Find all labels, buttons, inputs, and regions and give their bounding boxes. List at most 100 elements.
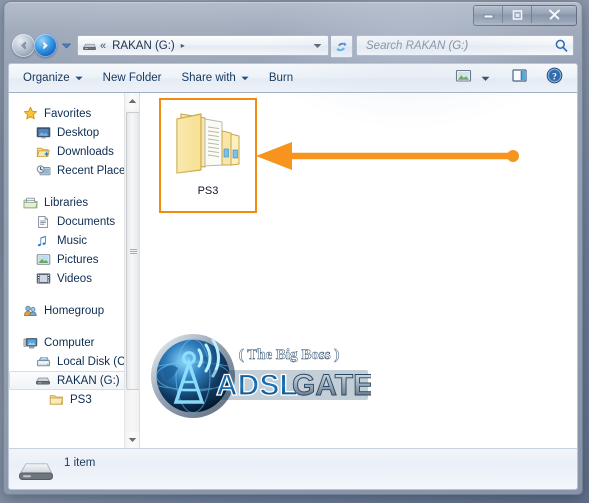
watermark-brand-2: GATE	[292, 369, 371, 402]
video-icon	[35, 271, 51, 287]
file-item-ps3[interactable]: PS3	[159, 98, 257, 213]
status-bar: 1 item	[8, 448, 578, 490]
search-box[interactable]	[356, 35, 574, 56]
maximize-button[interactable]	[503, 6, 532, 23]
sidebar-label: Downloads	[57, 145, 114, 158]
homegroup-icon	[22, 303, 38, 319]
new-folder-button[interactable]: New Folder	[93, 66, 172, 90]
recent-pages-dropdown[interactable]	[61, 41, 72, 50]
sidebar-item-desktop[interactable]: Desktop	[9, 123, 127, 142]
sidebar-label: Local Disk (C	[57, 355, 126, 368]
sidebar-label: RAKAN (G:)	[57, 374, 120, 387]
back-button[interactable]	[12, 34, 35, 57]
change-view-dropdown[interactable]	[478, 66, 497, 90]
help-button[interactable]: ?	[540, 66, 569, 90]
sidebar-label: Libraries	[44, 196, 89, 209]
sidebar-item-recent-places[interactable]: Recent Place	[9, 161, 127, 180]
watermark-tagline: ( The Big Boss )	[239, 347, 340, 363]
address-dropdown-icon[interactable]	[311, 43, 324, 49]
watermark-brand-1: ADSL	[216, 369, 298, 402]
refresh-button[interactable]	[331, 35, 353, 58]
nav-group-libraries: Libraries Documents Music Pictures Video…	[9, 193, 139, 288]
burn-button[interactable]: Burn	[259, 66, 303, 90]
desktop-background: « RAKAN (G:) ▸ Search RAKAN (G:) Organiz…	[0, 0, 589, 503]
open-folder-icon	[171, 107, 245, 182]
sidebar-item-ps3[interactable]: PS3	[9, 390, 127, 409]
explorer-window: « RAKAN (G:) ▸ Search RAKAN (G:) Organiz…	[4, 2, 582, 494]
music-note-icon	[35, 233, 51, 249]
scrollbar-grip-icon	[130, 248, 137, 255]
status-item-count: 1 item	[64, 457, 96, 469]
sidebar-label: Homegroup	[44, 304, 105, 317]
sidebar-item-music[interactable]: Music	[9, 231, 127, 250]
preview-pane-button[interactable]	[505, 66, 534, 90]
picture-icon	[35, 252, 51, 268]
scroll-up-button[interactable]	[125, 93, 139, 109]
sidebar-item-local-disk-c[interactable]: Local Disk (C	[9, 352, 127, 371]
watermark-adslgate: ( The Big Boss ) ADSL GATE	[146, 328, 374, 428]
nav-group-favorites: Favorites Desktop Downloads Recent Place	[9, 104, 139, 180]
downloads-icon	[35, 144, 51, 160]
sidebar-item-documents[interactable]: Documents	[9, 212, 127, 231]
desktop-icon	[35, 125, 51, 141]
sidebar-item-rakan-g[interactable]: RAKAN (G:)	[9, 371, 127, 390]
minimize-button[interactable]	[474, 6, 503, 23]
address-bar[interactable]: « RAKAN (G:) ▸	[77, 35, 329, 56]
sidebar-item-favorites[interactable]: Favorites	[9, 104, 127, 123]
sidebar-item-downloads[interactable]: Downloads	[9, 142, 127, 161]
sidebar-label: PS3	[70, 393, 92, 406]
sidebar-label: Videos	[57, 272, 92, 285]
scrollbar-thumb[interactable]	[126, 112, 139, 390]
sidebar-item-videos[interactable]: Videos	[9, 269, 127, 288]
search-icon[interactable]	[554, 38, 569, 53]
sidebar-item-homegroup[interactable]: Homegroup	[9, 301, 127, 320]
breadcrumb-rakan[interactable]: RAKAN (G:)	[110, 39, 177, 53]
command-bar: Organize New Folder Share with Burn ?	[8, 63, 578, 93]
navigation-bar: « RAKAN (G:) ▸	[4, 30, 582, 62]
sidebar-item-libraries[interactable]: Libraries	[9, 193, 127, 212]
window-controls	[473, 5, 577, 26]
sidebar-label: Music	[57, 234, 88, 247]
title-bar	[4, 2, 582, 28]
view-picture-icon	[455, 68, 472, 88]
scroll-down-button[interactable]	[125, 432, 139, 448]
annotation-arrow	[250, 141, 530, 171]
sidebar-label: Favorites	[44, 107, 92, 120]
search-input[interactable]	[364, 38, 554, 53]
chevron-down-icon	[241, 72, 249, 84]
burn-label: Burn	[268, 72, 294, 84]
file-list-pane[interactable]: PS3 (The Big Boss) ADSL GATE	[140, 93, 577, 448]
removable-drive-icon	[17, 458, 55, 489]
file-name-label: PS3	[197, 185, 219, 197]
change-view-button[interactable]	[449, 66, 478, 90]
window-body: Favorites Desktop Downloads Recent Place…	[8, 93, 578, 448]
computer-icon	[22, 335, 38, 351]
document-icon	[35, 214, 51, 230]
forward-button[interactable]	[34, 34, 57, 57]
chevron-down-icon	[75, 72, 83, 84]
close-button[interactable]	[532, 6, 576, 23]
sidebar-label: Pictures	[57, 253, 99, 266]
recent-places-icon	[35, 163, 51, 179]
svg-text:?: ?	[552, 72, 557, 82]
share-with-button[interactable]: Share with	[171, 66, 258, 90]
nav-group-homegroup: Homegroup	[9, 301, 139, 320]
harddisk-icon	[35, 354, 51, 370]
new-folder-label: New Folder	[102, 72, 162, 84]
address-overflow-icon[interactable]: «	[100, 40, 106, 52]
address-drive-icon	[82, 40, 97, 52]
sidebar-label: Documents	[57, 215, 116, 228]
sidebar-item-pictures[interactable]: Pictures	[9, 250, 127, 269]
sidebar-scrollbar[interactable]	[124, 93, 139, 448]
sidebar-label: Computer	[44, 336, 95, 349]
organize-button[interactable]: Organize	[13, 66, 93, 90]
chevron-down-icon	[481, 69, 490, 87]
folder-icon	[48, 392, 64, 408]
breadcrumb-separator-icon[interactable]: ▸	[181, 41, 185, 50]
navigation-pane: Favorites Desktop Downloads Recent Place…	[9, 93, 140, 448]
sidebar-item-computer[interactable]: Computer	[9, 333, 127, 352]
nav-group-computer: Computer Local Disk (C RAKAN (G:) PS3	[9, 333, 139, 409]
